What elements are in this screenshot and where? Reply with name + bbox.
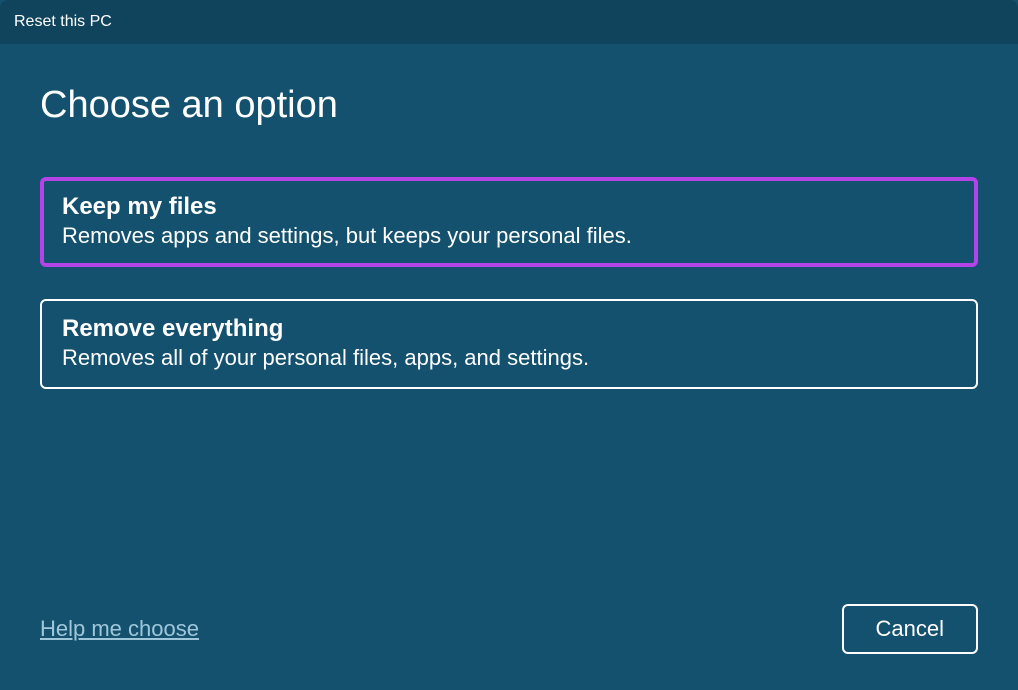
option-description: Removes all of your personal files, apps… [62,345,956,371]
options-list: Keep my files Removes apps and settings,… [40,177,978,389]
title-bar: Reset this PC [0,0,1018,44]
footer: Help me choose Cancel [0,604,1018,690]
option-keep-my-files[interactable]: Keep my files Removes apps and settings,… [40,177,978,267]
help-me-choose-link[interactable]: Help me choose [40,616,199,642]
page-heading: Choose an option [40,84,978,127]
option-title: Keep my files [62,193,956,221]
window-title: Reset this PC [14,13,112,31]
option-remove-everything[interactable]: Remove everything Removes all of your pe… [40,299,978,389]
option-title: Remove everything [62,315,956,343]
content-area: Choose an option Keep my files Removes a… [0,44,1018,604]
cancel-button[interactable]: Cancel [842,604,978,654]
option-description: Removes apps and settings, but keeps you… [62,223,956,249]
